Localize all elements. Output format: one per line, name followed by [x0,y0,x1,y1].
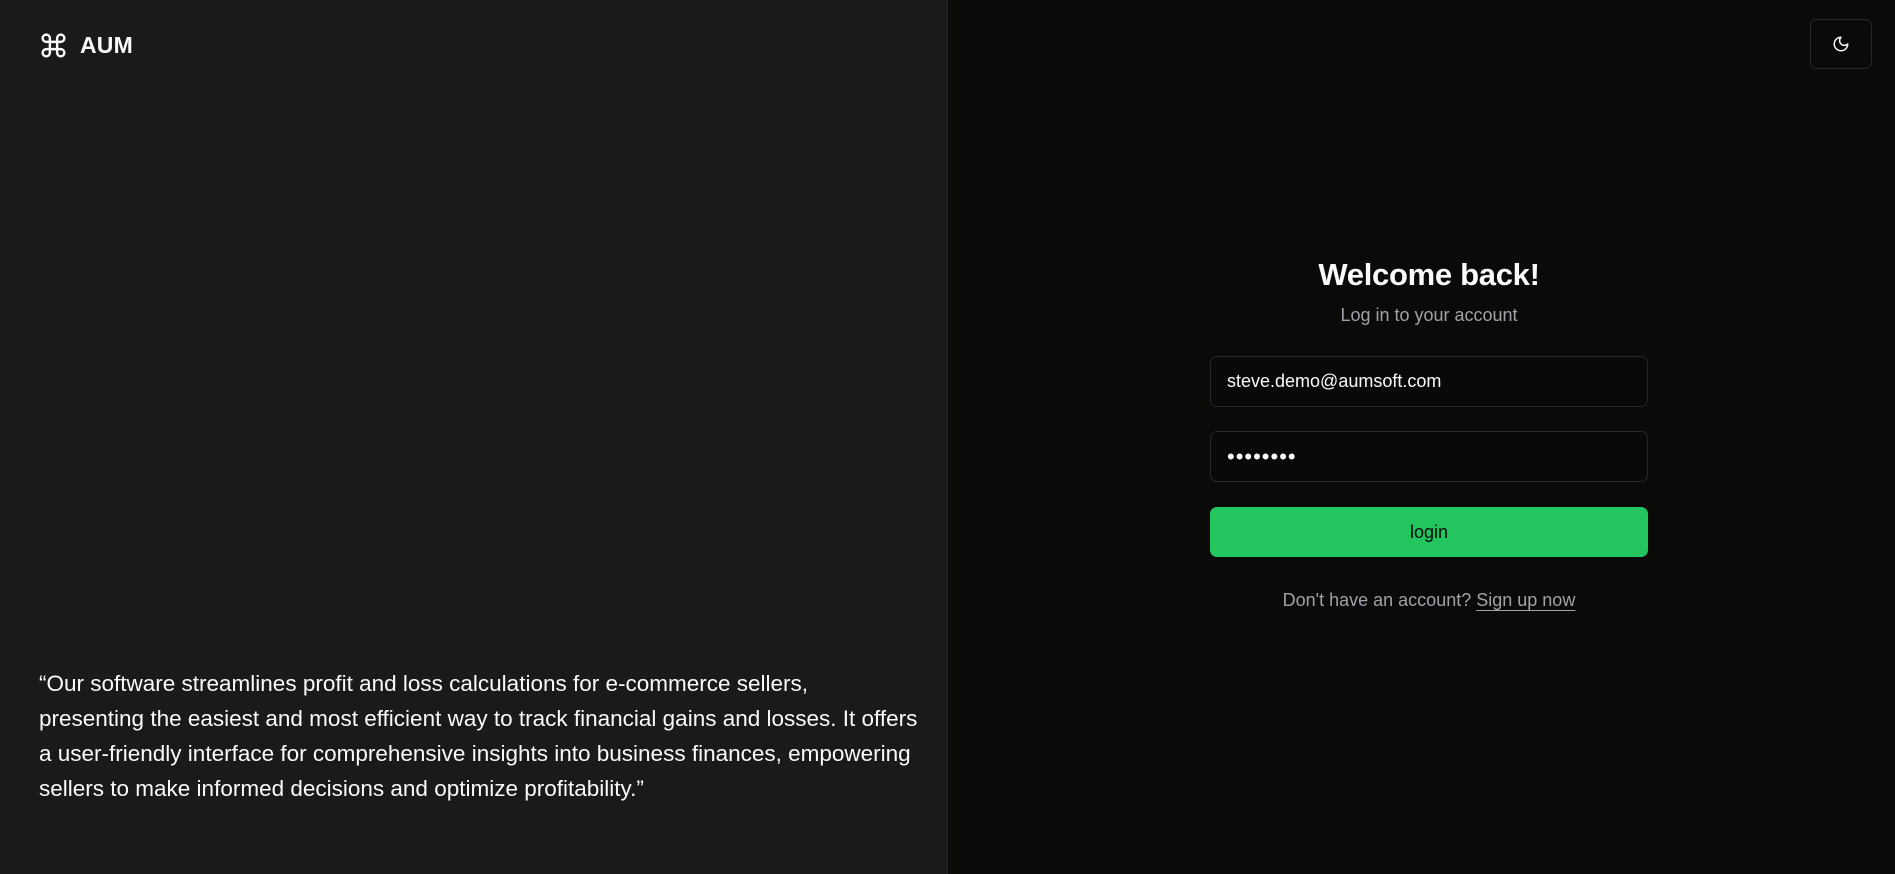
email-field[interactable] [1210,356,1648,407]
testimonial-quote: “Our software streamlines profit and los… [39,671,918,801]
command-icon [41,33,66,58]
brand-logo: AUM [39,31,133,60]
signup-row: Don't have an account? Sign up now [1283,590,1576,611]
brand-name: AUM [80,32,133,58]
brand-panel: AUM “Our software streamlines profit and… [0,0,948,874]
login-panel: Welcome back! Log in to your account log… [948,0,1895,874]
signup-link[interactable]: Sign up now [1476,590,1575,610]
login-page: AUM “Our software streamlines profit and… [0,0,1895,874]
signup-prompt: Don't have an account? [1282,590,1472,610]
password-field[interactable] [1210,431,1648,482]
moon-icon [1833,36,1849,52]
login-button[interactable]: login [1210,507,1648,557]
page-subtitle: Log in to your account [1340,305,1518,325]
page-title: Welcome back! [1318,257,1540,292]
login-form: Welcome back! Log in to your account log… [1210,252,1648,611]
theme-toggle-button[interactable] [1810,19,1872,69]
